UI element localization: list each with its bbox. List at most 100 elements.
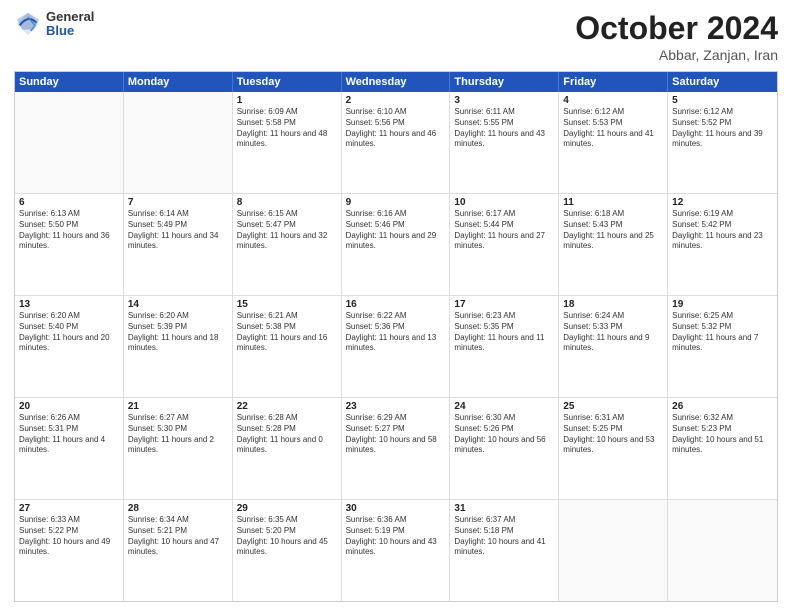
calendar-cell [124, 92, 233, 193]
calendar-cell: 20Sunrise: 6:26 AM Sunset: 5:31 PM Dayli… [15, 398, 124, 499]
day-number: 15 [237, 299, 337, 310]
day-info: Sunrise: 6:32 AM Sunset: 5:23 PM Dayligh… [672, 413, 773, 456]
day-info: Sunrise: 6:12 AM Sunset: 5:53 PM Dayligh… [563, 107, 663, 150]
day-info: Sunrise: 6:12 AM Sunset: 5:52 PM Dayligh… [672, 107, 773, 150]
calendar-cell: 1Sunrise: 6:09 AM Sunset: 5:58 PM Daylig… [233, 92, 342, 193]
calendar-cell [15, 92, 124, 193]
day-number: 5 [672, 95, 773, 106]
calendar-cell: 8Sunrise: 6:15 AM Sunset: 5:47 PM Daylig… [233, 194, 342, 295]
calendar-cell: 29Sunrise: 6:35 AM Sunset: 5:20 PM Dayli… [233, 500, 342, 601]
header: General Blue October 2024 Abbar, Zanjan,… [14, 10, 778, 63]
day-number: 4 [563, 95, 663, 106]
day-info: Sunrise: 6:33 AM Sunset: 5:22 PM Dayligh… [19, 515, 119, 558]
day-info: Sunrise: 6:29 AM Sunset: 5:27 PM Dayligh… [346, 413, 446, 456]
calendar-row-1: 6Sunrise: 6:13 AM Sunset: 5:50 PM Daylig… [15, 193, 777, 295]
day-info: Sunrise: 6:18 AM Sunset: 5:43 PM Dayligh… [563, 209, 663, 252]
day-info: Sunrise: 6:26 AM Sunset: 5:31 PM Dayligh… [19, 413, 119, 456]
day-number: 30 [346, 503, 446, 514]
day-info: Sunrise: 6:25 AM Sunset: 5:32 PM Dayligh… [672, 311, 773, 354]
calendar: SundayMondayTuesdayWednesdayThursdayFrid… [14, 71, 778, 602]
calendar-cell: 15Sunrise: 6:21 AM Sunset: 5:38 PM Dayli… [233, 296, 342, 397]
calendar-cell: 31Sunrise: 6:37 AM Sunset: 5:18 PM Dayli… [450, 500, 559, 601]
day-info: Sunrise: 6:28 AM Sunset: 5:28 PM Dayligh… [237, 413, 337, 456]
logo: General Blue [14, 10, 94, 39]
day-number: 25 [563, 401, 663, 412]
day-number: 22 [237, 401, 337, 412]
day-info: Sunrise: 6:30 AM Sunset: 5:26 PM Dayligh… [454, 413, 554, 456]
day-info: Sunrise: 6:20 AM Sunset: 5:40 PM Dayligh… [19, 311, 119, 354]
calendar-cell: 22Sunrise: 6:28 AM Sunset: 5:28 PM Dayli… [233, 398, 342, 499]
logo-text: General Blue [46, 10, 94, 39]
day-number: 2 [346, 95, 446, 106]
calendar-cell: 6Sunrise: 6:13 AM Sunset: 5:50 PM Daylig… [15, 194, 124, 295]
calendar-cell: 30Sunrise: 6:36 AM Sunset: 5:19 PM Dayli… [342, 500, 451, 601]
day-number: 7 [128, 197, 228, 208]
day-info: Sunrise: 6:20 AM Sunset: 5:39 PM Dayligh… [128, 311, 228, 354]
calendar-cell: 13Sunrise: 6:20 AM Sunset: 5:40 PM Dayli… [15, 296, 124, 397]
day-number: 27 [19, 503, 119, 514]
title-month: October 2024 [575, 10, 778, 47]
day-number: 23 [346, 401, 446, 412]
day-number: 19 [672, 299, 773, 310]
calendar-cell: 11Sunrise: 6:18 AM Sunset: 5:43 PM Dayli… [559, 194, 668, 295]
title-location: Abbar, Zanjan, Iran [575, 47, 778, 63]
day-number: 18 [563, 299, 663, 310]
day-info: Sunrise: 6:36 AM Sunset: 5:19 PM Dayligh… [346, 515, 446, 558]
day-number: 11 [563, 197, 663, 208]
calendar-cell: 25Sunrise: 6:31 AM Sunset: 5:25 PM Dayli… [559, 398, 668, 499]
header-day-sunday: Sunday [15, 72, 124, 92]
calendar-cell: 12Sunrise: 6:19 AM Sunset: 5:42 PM Dayli… [668, 194, 777, 295]
header-day-friday: Friday [559, 72, 668, 92]
calendar-cell: 26Sunrise: 6:32 AM Sunset: 5:23 PM Dayli… [668, 398, 777, 499]
day-info: Sunrise: 6:11 AM Sunset: 5:55 PM Dayligh… [454, 107, 554, 150]
calendar-cell: 28Sunrise: 6:34 AM Sunset: 5:21 PM Dayli… [124, 500, 233, 601]
day-info: Sunrise: 6:19 AM Sunset: 5:42 PM Dayligh… [672, 209, 773, 252]
day-info: Sunrise: 6:10 AM Sunset: 5:56 PM Dayligh… [346, 107, 446, 150]
calendar-cell: 16Sunrise: 6:22 AM Sunset: 5:36 PM Dayli… [342, 296, 451, 397]
calendar-cell: 4Sunrise: 6:12 AM Sunset: 5:53 PM Daylig… [559, 92, 668, 193]
calendar-cell: 5Sunrise: 6:12 AM Sunset: 5:52 PM Daylig… [668, 92, 777, 193]
day-number: 9 [346, 197, 446, 208]
logo-blue: Blue [46, 24, 94, 38]
day-info: Sunrise: 6:35 AM Sunset: 5:20 PM Dayligh… [237, 515, 337, 558]
day-info: Sunrise: 6:24 AM Sunset: 5:33 PM Dayligh… [563, 311, 663, 354]
day-number: 14 [128, 299, 228, 310]
header-day-wednesday: Wednesday [342, 72, 451, 92]
calendar-body: 1Sunrise: 6:09 AM Sunset: 5:58 PM Daylig… [15, 92, 777, 601]
calendar-cell: 2Sunrise: 6:10 AM Sunset: 5:56 PM Daylig… [342, 92, 451, 193]
day-info: Sunrise: 6:09 AM Sunset: 5:58 PM Dayligh… [237, 107, 337, 150]
calendar-cell: 24Sunrise: 6:30 AM Sunset: 5:26 PM Dayli… [450, 398, 559, 499]
day-number: 20 [19, 401, 119, 412]
calendar-cell [559, 500, 668, 601]
title-block: October 2024 Abbar, Zanjan, Iran [575, 10, 778, 63]
logo-icon [14, 10, 42, 38]
header-day-monday: Monday [124, 72, 233, 92]
day-number: 3 [454, 95, 554, 106]
day-info: Sunrise: 6:17 AM Sunset: 5:44 PM Dayligh… [454, 209, 554, 252]
calendar-row-3: 20Sunrise: 6:26 AM Sunset: 5:31 PM Dayli… [15, 397, 777, 499]
calendar-row-2: 13Sunrise: 6:20 AM Sunset: 5:40 PM Dayli… [15, 295, 777, 397]
day-info: Sunrise: 6:21 AM Sunset: 5:38 PM Dayligh… [237, 311, 337, 354]
calendar-row-4: 27Sunrise: 6:33 AM Sunset: 5:22 PM Dayli… [15, 499, 777, 601]
calendar-row-0: 1Sunrise: 6:09 AM Sunset: 5:58 PM Daylig… [15, 92, 777, 193]
day-info: Sunrise: 6:13 AM Sunset: 5:50 PM Dayligh… [19, 209, 119, 252]
day-number: 1 [237, 95, 337, 106]
day-number: 8 [237, 197, 337, 208]
day-number: 31 [454, 503, 554, 514]
calendar-cell [668, 500, 777, 601]
day-info: Sunrise: 6:16 AM Sunset: 5:46 PM Dayligh… [346, 209, 446, 252]
day-number: 21 [128, 401, 228, 412]
calendar-cell: 7Sunrise: 6:14 AM Sunset: 5:49 PM Daylig… [124, 194, 233, 295]
header-day-saturday: Saturday [668, 72, 777, 92]
calendar-cell: 10Sunrise: 6:17 AM Sunset: 5:44 PM Dayli… [450, 194, 559, 295]
calendar-cell: 27Sunrise: 6:33 AM Sunset: 5:22 PM Dayli… [15, 500, 124, 601]
calendar-cell: 21Sunrise: 6:27 AM Sunset: 5:30 PM Dayli… [124, 398, 233, 499]
day-info: Sunrise: 6:15 AM Sunset: 5:47 PM Dayligh… [237, 209, 337, 252]
day-info: Sunrise: 6:14 AM Sunset: 5:49 PM Dayligh… [128, 209, 228, 252]
day-number: 13 [19, 299, 119, 310]
day-info: Sunrise: 6:37 AM Sunset: 5:18 PM Dayligh… [454, 515, 554, 558]
day-number: 10 [454, 197, 554, 208]
header-day-thursday: Thursday [450, 72, 559, 92]
day-number: 6 [19, 197, 119, 208]
header-day-tuesday: Tuesday [233, 72, 342, 92]
